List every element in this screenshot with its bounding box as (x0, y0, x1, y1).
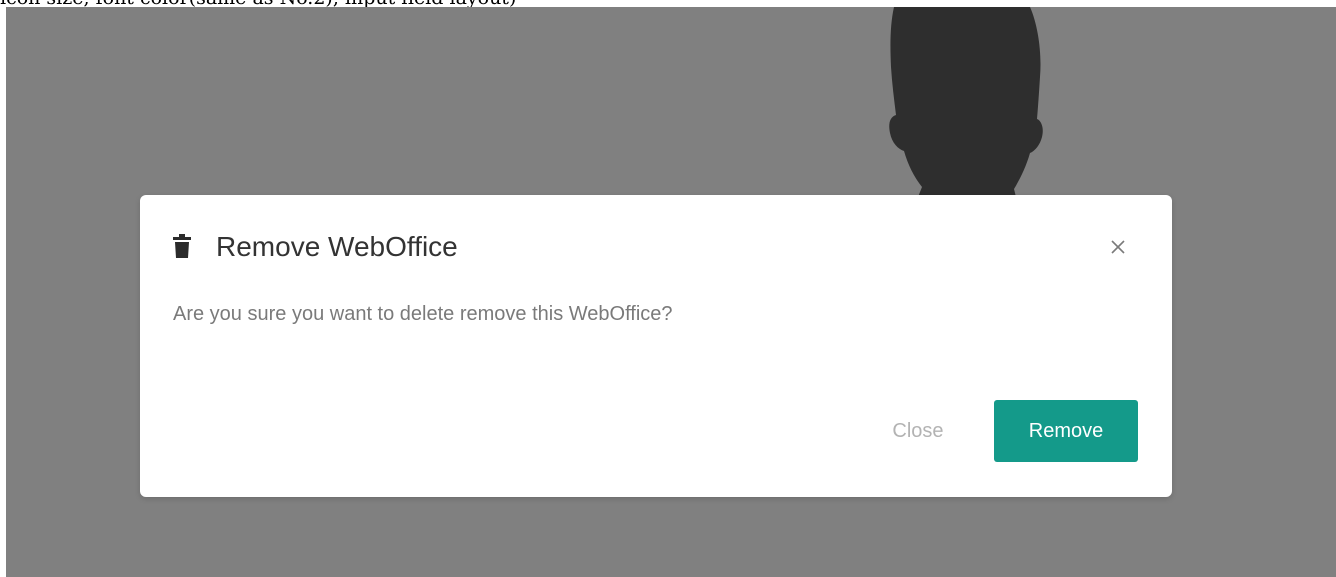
dialog-header: Remove WebOffice (140, 195, 1172, 295)
dialog-title: Remove WebOffice (216, 231, 458, 262)
avatar-silhouette (889, 7, 1043, 197)
modal-backdrop: Remove WebOffice Are you sure you want t… (6, 7, 1336, 577)
remove-webofice-dialog: Remove WebOffice Are you sure you want t… (140, 195, 1172, 497)
close-icon[interactable] (1106, 235, 1130, 259)
trash-icon (173, 234, 191, 258)
dialog-message: Are you sure you want to delete remove t… (173, 303, 673, 325)
close-button[interactable]: Close (878, 416, 958, 446)
remove-button[interactable]: Remove (994, 400, 1138, 462)
